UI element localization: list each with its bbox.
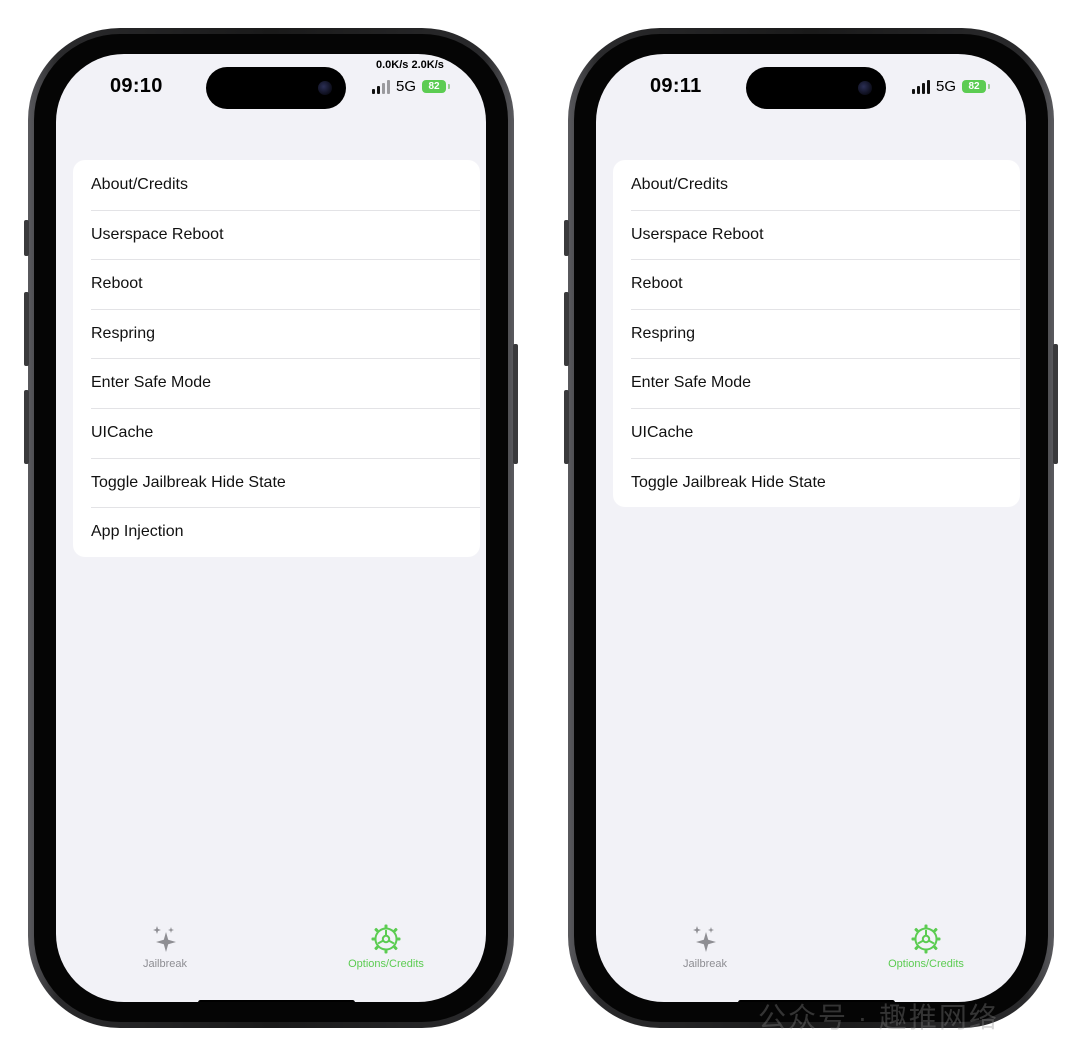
screen: 09:10 0.0K/s 2.0K/s 5G 82 About/Credits …	[56, 54, 486, 1002]
home-indicator[interactable]	[198, 1000, 355, 1002]
options-list: About/Credits Userspace Reboot Reboot Re…	[73, 160, 480, 557]
menu-item-about-credits[interactable]: About/Credits	[73, 160, 480, 210]
network-speed: 0.0K/s 2.0K/s	[376, 59, 444, 71]
signal-icon	[912, 79, 930, 94]
menu-item-uicache[interactable]: UICache	[73, 407, 480, 458]
menu-item-reboot[interactable]: Reboot	[613, 259, 1020, 309]
phone-right: 09:11 5G 82 About/Credits Userspace Rebo…	[564, 28, 1058, 1028]
menu-item-uicache[interactable]: UICache	[613, 407, 1020, 458]
tab-label-jailbreak: Jailbreak	[682, 958, 728, 970]
phone-left: 09:10 0.0K/s 2.0K/s 5G 82 About/Credits …	[24, 28, 518, 1028]
sparkles-icon	[693, 926, 716, 952]
volume-up-button	[24, 292, 29, 366]
volume-down-button	[24, 390, 29, 464]
network-type: 5G	[936, 78, 957, 95]
menu-item-about-credits[interactable]: About/Credits	[613, 160, 1020, 210]
volume-up-button	[564, 292, 569, 366]
power-button	[513, 344, 518, 464]
dynamic-island	[206, 67, 346, 109]
tab-label-options-credits: Options/Credits	[348, 958, 424, 970]
tab-bar: Jailbreak Options/Credits	[596, 924, 1026, 984]
status-time: 09:10	[110, 75, 163, 97]
menu-item-enter-safe-mode[interactable]: Enter Safe Mode	[73, 358, 480, 408]
signal-icon	[372, 79, 390, 94]
tab-options-credits[interactable]: Options/Credits	[856, 924, 996, 970]
menu-item-userspace-reboot[interactable]: Userspace Reboot	[73, 209, 480, 260]
front-camera-icon	[858, 81, 872, 95]
tab-label-options-credits: Options/Credits	[888, 958, 964, 970]
action-button	[24, 220, 29, 256]
tab-bar: Jailbreak Options/Credits	[56, 924, 486, 984]
battery-icon: 82	[422, 80, 451, 93]
status-indicators: 5G 82	[372, 78, 451, 95]
screen: 09:11 5G 82 About/Credits Userspace Rebo…	[596, 54, 1026, 1002]
gear-icon	[371, 924, 401, 954]
menu-item-respring[interactable]: Respring	[73, 308, 480, 359]
menu-item-toggle-jailbreak-hide-state[interactable]: Toggle Jailbreak Hide State	[73, 457, 480, 508]
tab-jailbreak[interactable]: Jailbreak	[635, 924, 775, 970]
tab-options-credits[interactable]: Options/Credits	[316, 924, 456, 970]
sparkles-icon	[153, 926, 176, 952]
battery-icon: 82	[962, 80, 991, 93]
tab-jailbreak[interactable]: Jailbreak	[95, 924, 235, 970]
menu-item-app-injection[interactable]: App Injection	[73, 507, 480, 557]
menu-item-respring[interactable]: Respring	[613, 308, 1020, 359]
bezel: 09:10 0.0K/s 2.0K/s 5G 82 About/Credits …	[34, 34, 508, 1022]
network-type: 5G	[396, 78, 417, 95]
action-button	[564, 220, 569, 256]
status-indicators: 5G 82	[912, 78, 991, 95]
front-camera-icon	[318, 81, 332, 95]
gear-icon	[911, 924, 941, 954]
menu-item-reboot[interactable]: Reboot	[73, 259, 480, 309]
watermark: 公众号 · 趣推网络	[758, 1002, 999, 1033]
dynamic-island	[746, 67, 886, 109]
options-list: About/Credits Userspace Reboot Reboot Re…	[613, 160, 1020, 508]
menu-item-enter-safe-mode[interactable]: Enter Safe Mode	[613, 358, 1020, 408]
power-button	[1053, 344, 1058, 464]
menu-item-userspace-reboot[interactable]: Userspace Reboot	[613, 209, 1020, 260]
tab-label-jailbreak: Jailbreak	[142, 958, 188, 970]
menu-item-toggle-jailbreak-hide-state[interactable]: Toggle Jailbreak Hide State	[613, 457, 1020, 508]
status-time: 09:11	[650, 75, 702, 97]
bezel: 09:11 5G 82 About/Credits Userspace Rebo…	[574, 34, 1048, 1022]
volume-down-button	[564, 390, 569, 464]
